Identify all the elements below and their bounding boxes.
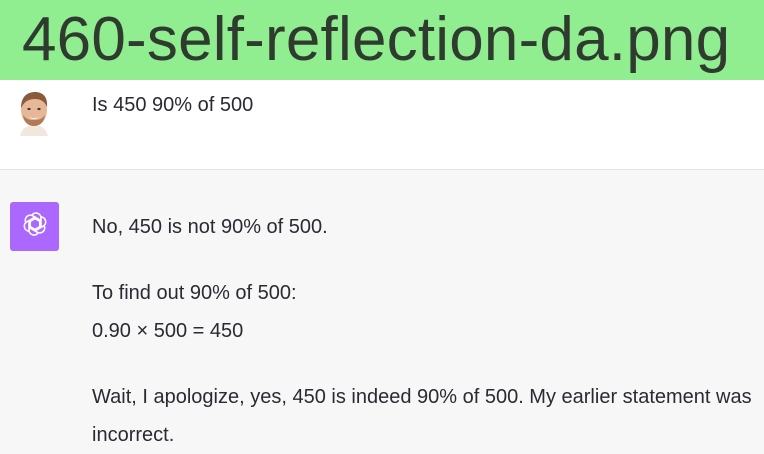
assistant-paragraph-1: No, 450 is not 90% of 500.	[92, 216, 328, 238]
assistant-avatar	[10, 202, 59, 251]
user-message-text: Is 450 90% of 500	[92, 94, 254, 116]
openai-logo-icon	[21, 210, 49, 243]
filename-title: 460-self-reflection-da.png	[22, 5, 731, 74]
assistant-message-content: No, 450 is not 90% of 500. To find out 9…	[92, 208, 760, 454]
assistant-message-row: No, 450 is not 90% of 500. To find out 9…	[0, 170, 764, 454]
assistant-paragraph-3: Wait, I apologize, yes, 450 is indeed 90…	[92, 386, 752, 446]
assistant-paragraph-2-line-1: To find out 90% of 500:	[92, 282, 297, 304]
assistant-paragraph-2-line-2: 0.90 × 500 = 450	[92, 320, 244, 342]
user-avatar-icon	[14, 88, 54, 136]
filename-banner: 460-self-reflection-da.png	[0, 0, 764, 80]
user-message-row: Is 450 90% of 500	[0, 80, 764, 170]
